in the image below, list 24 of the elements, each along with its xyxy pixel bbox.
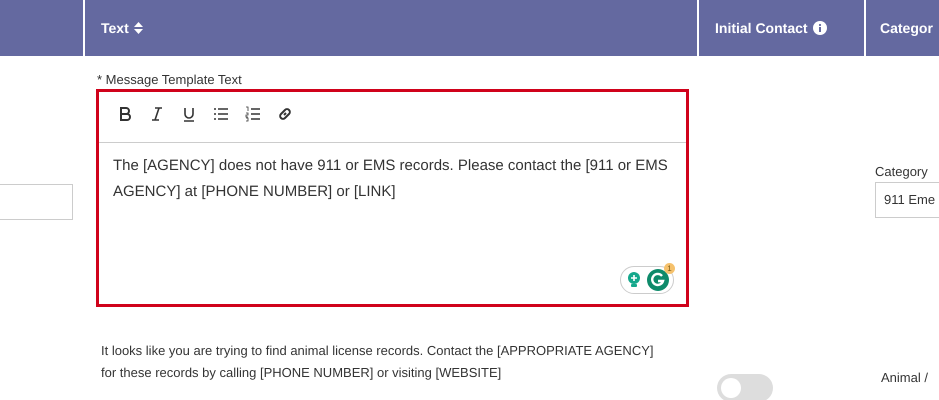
column-header: Initial Contact [699, 0, 864, 56]
sort-icon[interactable] [134, 22, 143, 34]
bold-icon[interactable] [117, 106, 133, 122]
underline-icon[interactable] [181, 106, 197, 122]
column-header: Categor [866, 0, 939, 56]
input-field[interactable] [0, 184, 73, 220]
field-label: * Message Template Text [97, 72, 243, 87]
field-label: Category [875, 164, 928, 179]
category-select[interactable]: 911 Eme [875, 182, 939, 218]
italic-icon[interactable] [149, 106, 165, 122]
text-editor[interactable]: The [AGENCY] does not have 911 or EMS records. Please contact the [911 or EMS AGENCY] at [PHONE NUMBER] or [LINK] 1 [96, 89, 689, 307]
numbers-icon[interactable] [245, 106, 261, 122]
column-header[interactable]: Text [85, 0, 697, 56]
g-logo-icon[interactable] [647, 269, 669, 291]
category-text: Animal / [881, 370, 928, 385]
message-text: It looks like you are trying to find animal license records. Contact the [APPROPRIATE AGENCY] for these records by calling [PHONE NUMBER] or visiting [WEBSITE] [101, 342, 654, 382]
toggle-switch[interactable] [717, 374, 773, 400]
editor-text: The [AGENCY] does not have 911 or EMS records. Please contact the [911 or EMS AGENCY] at [PHONE NUMBER] or [LINK] [112, 156, 669, 202]
notification-badge: 1 [664, 263, 675, 274]
info-icon[interactable] [812, 21, 827, 35]
link-icon[interactable] [277, 106, 293, 122]
assistant-widget[interactable]: 1 [620, 266, 674, 294]
lightbulb-icon[interactable] [625, 271, 643, 289]
bullets-icon[interactable] [213, 106, 229, 122]
